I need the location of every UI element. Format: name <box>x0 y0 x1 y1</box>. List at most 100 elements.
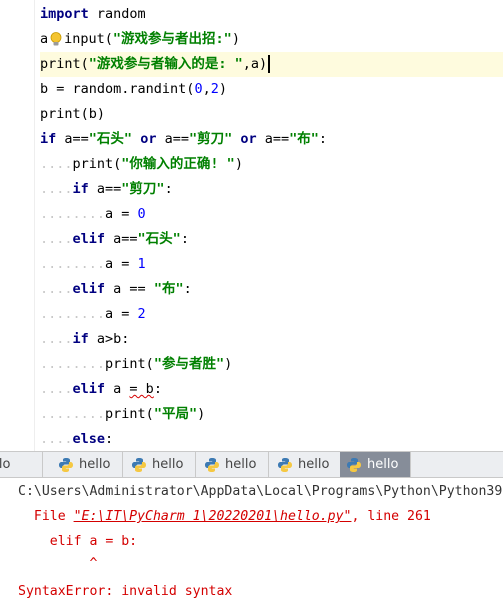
code-token: elif <box>72 381 106 397</box>
code-token: : <box>105 431 114 447</box>
code-token: : <box>164 181 173 197</box>
run-tab-2[interactable]: hello <box>52 452 123 477</box>
code-line[interactable]: ........a = 1 <box>40 252 503 277</box>
run-tab-bar: hello hello hello hello hello hello <box>0 451 503 478</box>
whitespace-marker: .... <box>40 156 73 172</box>
code-token: if <box>40 131 57 147</box>
python-icon <box>346 457 362 473</box>
code-line[interactable]: print(b) <box>40 102 503 127</box>
run-tab-label: hello <box>152 457 184 472</box>
code-token: "石头" <box>88 131 133 147</box>
code-token: a== <box>156 131 189 147</box>
editor-gutter <box>0 0 35 451</box>
code-token: random <box>88 6 146 22</box>
run-tab-5[interactable]: hello <box>271 452 342 477</box>
code-token: elif <box>72 231 106 247</box>
whitespace-marker: .... <box>40 431 73 447</box>
code-line[interactable]: ....if a=="剪刀": <box>40 177 503 202</box>
code-token: ) <box>224 356 233 372</box>
run-tab-3[interactable]: hello <box>125 452 196 477</box>
console-file-link[interactable]: "E:\IT\PyCharm 1\20220201\hello.py" <box>74 509 352 524</box>
code-line[interactable]: b = random.randint(0,2) <box>40 77 503 102</box>
run-console[interactable]: C:\Users\Administrator\AppData\Local\Pro… <box>0 478 503 616</box>
code-token: if <box>72 331 89 347</box>
code-token: 2 <box>137 306 146 322</box>
code-token: import <box>40 6 89 22</box>
code-token: "游戏参与者出招:" <box>112 31 232 47</box>
code-token: a <box>105 381 130 397</box>
run-tab-6[interactable]: hello <box>340 452 411 477</box>
code-line[interactable]: ....else: <box>40 427 503 451</box>
text-cursor <box>268 55 271 73</box>
code-token: "布" <box>289 131 319 147</box>
code-token: "剪刀" <box>121 181 165 197</box>
code-token: print( <box>72 156 122 172</box>
run-tab-1[interactable]: hello <box>0 452 43 477</box>
python-icon <box>277 457 293 473</box>
code-line[interactable]: ........a = 0 <box>40 202 503 227</box>
code-line[interactable]: print("游戏参与者输入的是: ",a) <box>40 52 503 77</box>
run-tab-4[interactable]: hello <box>198 452 269 477</box>
code-token: "你输入的正确! " <box>121 156 235 172</box>
code-line[interactable]: ....print("你输入的正确! ") <box>40 152 503 177</box>
code-token: else <box>72 431 106 447</box>
code-token: a== <box>105 231 138 247</box>
lightbulb-icon[interactable] <box>50 31 62 47</box>
code-token: a <box>40 31 49 47</box>
code-token: a = <box>105 206 138 222</box>
python-icon <box>58 457 74 473</box>
whitespace-marker: ........ <box>40 306 106 322</box>
whitespace-marker: .... <box>40 231 73 247</box>
code-token: a = <box>105 306 138 322</box>
code-token: a== <box>56 131 89 147</box>
code-token: : <box>318 131 328 147</box>
whitespace-marker: .... <box>40 281 73 297</box>
code-line[interactable]: if a=="石头" or a=="剪刀" or a=="布": <box>40 127 503 152</box>
code-token: a== <box>88 181 122 197</box>
python-icon <box>204 457 220 473</box>
code-line[interactable]: ........print("平局") <box>40 402 503 427</box>
run-tab-label: hello <box>79 457 111 472</box>
code-token: input( <box>64 31 113 47</box>
console-error-message: SyntaxError: invalid syntax <box>18 584 233 599</box>
code-line[interactable]: ........a = 2 <box>40 302 503 327</box>
console-command-line: C:\Users\Administrator\AppData\Local\Pro… <box>18 484 503 499</box>
code-line[interactable]: ....elif a = b: <box>40 377 503 402</box>
code-token: "布" <box>153 281 184 297</box>
run-tab-label: hello <box>298 457 330 472</box>
code-line[interactable]: ....if a>b: <box>40 327 503 352</box>
whitespace-marker: ........ <box>40 356 106 372</box>
code-token: a = <box>105 256 138 272</box>
code-line[interactable]: ........print("参与者胜") <box>40 352 503 377</box>
code-token: elif <box>72 281 106 297</box>
whitespace-marker: ........ <box>40 406 106 422</box>
code-token: = b <box>129 381 154 397</box>
code-token: or <box>140 131 157 147</box>
code-token: a== <box>256 131 290 147</box>
code-token: , <box>202 81 211 97</box>
code-token: if <box>72 181 89 197</box>
run-tab-label: hello <box>225 457 257 472</box>
code-token: : <box>153 381 162 397</box>
code-line[interactable]: ....elif a=="石头": <box>40 227 503 252</box>
code-token: 1 <box>137 256 146 272</box>
code-token: 2 <box>210 81 219 97</box>
code-token: : <box>180 231 189 247</box>
code-line[interactable]: import random <box>40 2 503 27</box>
run-tab-label: hello <box>0 457 11 472</box>
whitespace-marker: ........ <box>40 256 106 272</box>
code-token: ,a) <box>242 56 268 72</box>
code-token: print( <box>40 56 89 72</box>
code-line[interactable]: ....elif a == "布": <box>40 277 503 302</box>
whitespace-marker: .... <box>40 381 73 397</box>
code-token: ) <box>197 406 206 422</box>
code-token: "石头" <box>137 231 181 247</box>
code-token: print(b) <box>40 106 106 122</box>
code-token: a == <box>105 281 154 297</box>
code-token: "参与者胜" <box>153 356 225 372</box>
code-editor[interactable]: import random a input("游戏参与者出招:") print("游戏… <box>0 0 503 451</box>
code-line[interactable]: a input("游戏参与者出招:") <box>40 27 503 52</box>
python-icon <box>131 457 147 473</box>
code-token: 0 <box>194 81 203 97</box>
code-token: a>b: <box>88 331 130 347</box>
